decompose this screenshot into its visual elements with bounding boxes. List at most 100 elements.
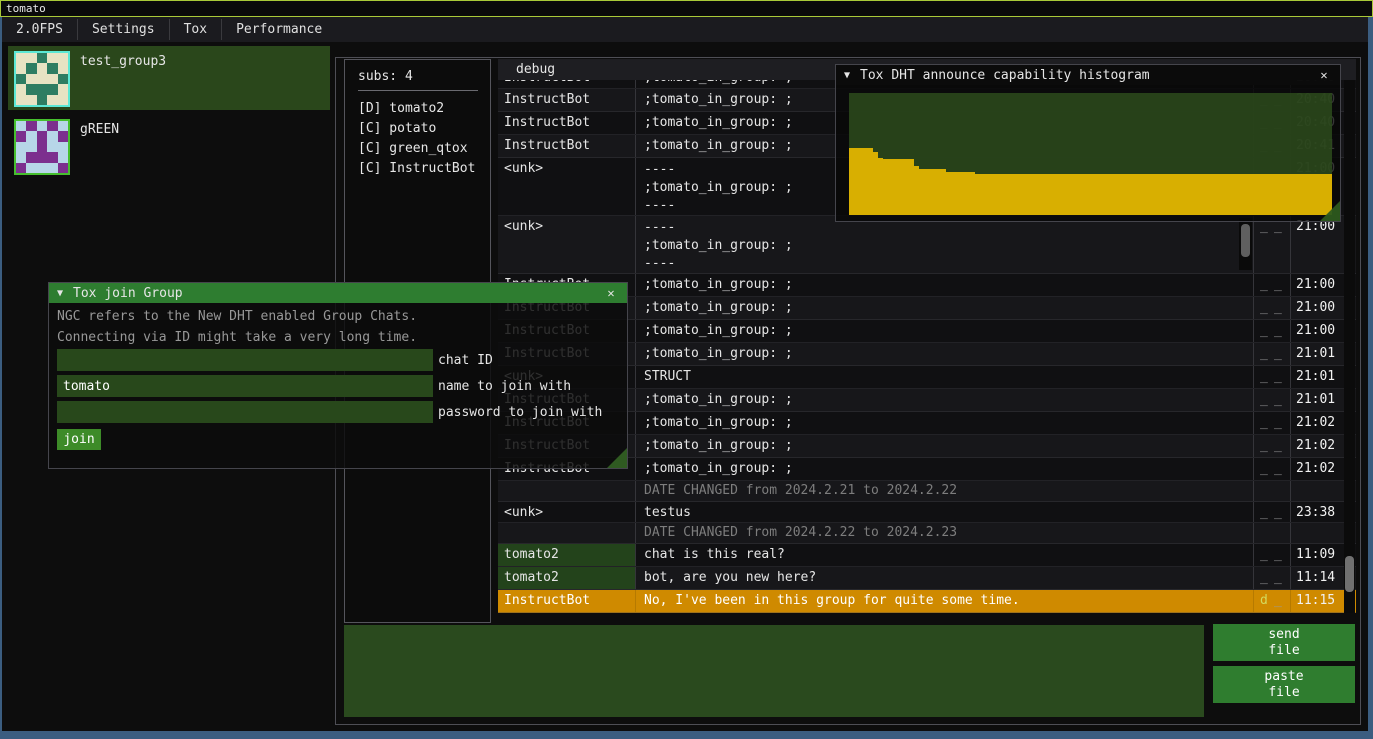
collapse-arrow-icon[interactable]: ▼ [844,70,850,81]
group-avatar-icon [14,51,70,107]
message-flags: __ [1254,412,1291,434]
chat-row[interactable]: tomato2chat is this real?__11:09 [498,544,1356,567]
flag-placeholder: _ [1260,277,1274,292]
chat-row[interactable]: InstructBotNo, I've been in this group f… [498,590,1356,613]
message-text: ;tomato_in_group: ; [636,297,1254,319]
flag-placeholder: _ [1274,323,1288,338]
flag-placeholder: _ [1274,461,1288,476]
message-time: 21:02 [1291,412,1343,434]
message-name [498,523,636,543]
message-text: ;tomato_in_group: ; [636,435,1254,457]
menu-item-performance[interactable]: Performance [222,17,336,42]
join-name-input[interactable] [57,375,433,397]
message-time: 21:02 [1291,458,1343,480]
message-text: No, I've been in this group for quite so… [636,590,1254,612]
message-text: ;tomato_in_group: ; [636,412,1254,434]
flag-placeholder: _ [1260,323,1274,338]
join-group-titlebar[interactable]: ▼ Tox join Group ✕ [49,283,627,303]
dht-histogram-title: Tox DHT announce capability histogram [860,68,1150,83]
dht-histogram-titlebar[interactable]: ▼ Tox DHT announce capability histogram … [836,65,1340,85]
message-text: chat is this real? [636,544,1254,566]
flag-placeholder: _ [1260,438,1274,453]
join-button[interactable]: join [57,429,101,450]
message-flags: __ [1254,458,1291,480]
tab-debug-label: debug [516,62,555,77]
message-text: ;tomato_in_group: ; [636,274,1254,296]
member-item-InstructBot[interactable]: [C] InstructBot [358,159,490,179]
flag-placeholder: _ [1260,415,1274,430]
message-flags: __ [1254,274,1291,296]
message-flags: __ [1254,389,1291,411]
message-input[interactable] [344,625,1204,717]
chat-row[interactable]: <unk>----;tomato_in_group: ;----__21:00 [498,216,1356,274]
close-icon[interactable]: ✕ [1316,68,1332,82]
close-icon[interactable]: ✕ [603,286,619,300]
flag-placeholder: _ [1260,505,1274,520]
resize-grip[interactable] [1320,201,1340,221]
members-separator [358,90,478,91]
flag-placeholder: _ [1260,346,1274,361]
join-info-line1: NGC refers to the New DHT enabled Group … [49,310,627,324]
message-text: ;tomato_in_group: ; [636,320,1254,342]
join-group-window: ▼ Tox join Group ✕ NGC refers to the New… [48,282,628,469]
member-item-green_qtox[interactable]: [C] green_qtox [358,139,490,159]
message-scrollbar-thumb[interactable] [1241,224,1250,257]
window-frame-right [1368,16,1373,739]
menu-item-2.0fps: 2.0FPS [2,17,77,42]
chat-row[interactable]: <unk>testus__23:38 [498,502,1356,523]
flag-placeholder: _ [1260,300,1274,315]
message-text: testus [636,502,1254,522]
flag-placeholder: _ [1274,547,1288,562]
message-name: <unk> [498,216,636,273]
collapse-arrow-icon[interactable]: ▼ [57,288,63,299]
histogram-area-series [849,93,1332,215]
message-flags: __ [1254,320,1291,342]
message-text: STRUCT [636,366,1254,388]
message-flags: __ [1254,502,1291,522]
members-list: [D] tomato2[C] potato[C] green_qtox[C] I… [358,99,490,179]
message-time [1291,481,1343,501]
message-text: ;tomato_in_group: ; [636,458,1254,480]
message-time: 21:01 [1291,343,1343,365]
flag-placeholder: _ [1260,461,1274,476]
message-text: ----;tomato_in_group: ;---- [636,216,1254,273]
dht-histogram-plot [849,93,1332,215]
resize-grip[interactable] [607,448,627,468]
chat-id-label: chat ID [438,353,493,368]
message-text: ;tomato_in_group: ; [636,389,1254,411]
flag-placeholder: _ [1274,369,1288,384]
chat-row[interactable]: tomato2bot, are you new here?__11:14 [498,567,1356,590]
app-window: tomato 2.0FPSSettingsToxPerformance test… [0,0,1373,739]
message-name: InstructBot [498,590,636,612]
chat-row[interactable]: DATE CHANGED from 2024.2.22 to 2024.2.23 [498,523,1356,544]
join-password-input[interactable] [57,401,433,423]
member-item-tomato2[interactable]: [D] tomato2 [358,99,490,119]
send-file-button[interactable]: send file [1213,624,1355,661]
message-flags [1254,523,1291,543]
menu-item-tox[interactable]: Tox [170,17,221,42]
message-name: tomato2 [498,567,636,589]
chat-scrollbar-thumb[interactable] [1345,556,1354,592]
message-time: 11:14 [1291,567,1343,589]
join-name-label: name to join with [438,379,571,394]
menu-bar: 2.0FPSSettingsToxPerformance [2,17,1368,42]
flag-placeholder: _ [1260,547,1274,562]
message-flags: __ [1254,366,1291,388]
date-changed-text: DATE CHANGED from 2024.2.21 to 2024.2.22 [636,481,1254,501]
sidebar-item-test_group3[interactable]: test_group3 [8,46,330,110]
message-text: ;tomato_in_group: ; [636,343,1254,365]
sidebar-item-gREEN[interactable]: gREEN [8,114,330,178]
chat-row[interactable]: DATE CHANGED from 2024.2.21 to 2024.2.22 [498,481,1356,502]
paste-file-button[interactable]: paste file [1213,666,1355,703]
chat-id-input[interactable] [57,349,433,371]
message-text-line: ---- [644,255,1253,273]
flag-placeholder: _ [1274,277,1288,292]
menu-item-settings[interactable]: Settings [78,17,169,42]
dht-histogram-window: ▼ Tox DHT announce capability histogram … [835,64,1341,222]
message-flags [1254,481,1291,501]
flag-placeholder: _ [1260,369,1274,384]
member-item-potato[interactable]: [C] potato [358,119,490,139]
chat-scrollbar-track[interactable] [1344,80,1355,613]
wm-titlebar[interactable]: tomato [0,0,1373,17]
flag-placeholder: _ [1274,392,1288,407]
